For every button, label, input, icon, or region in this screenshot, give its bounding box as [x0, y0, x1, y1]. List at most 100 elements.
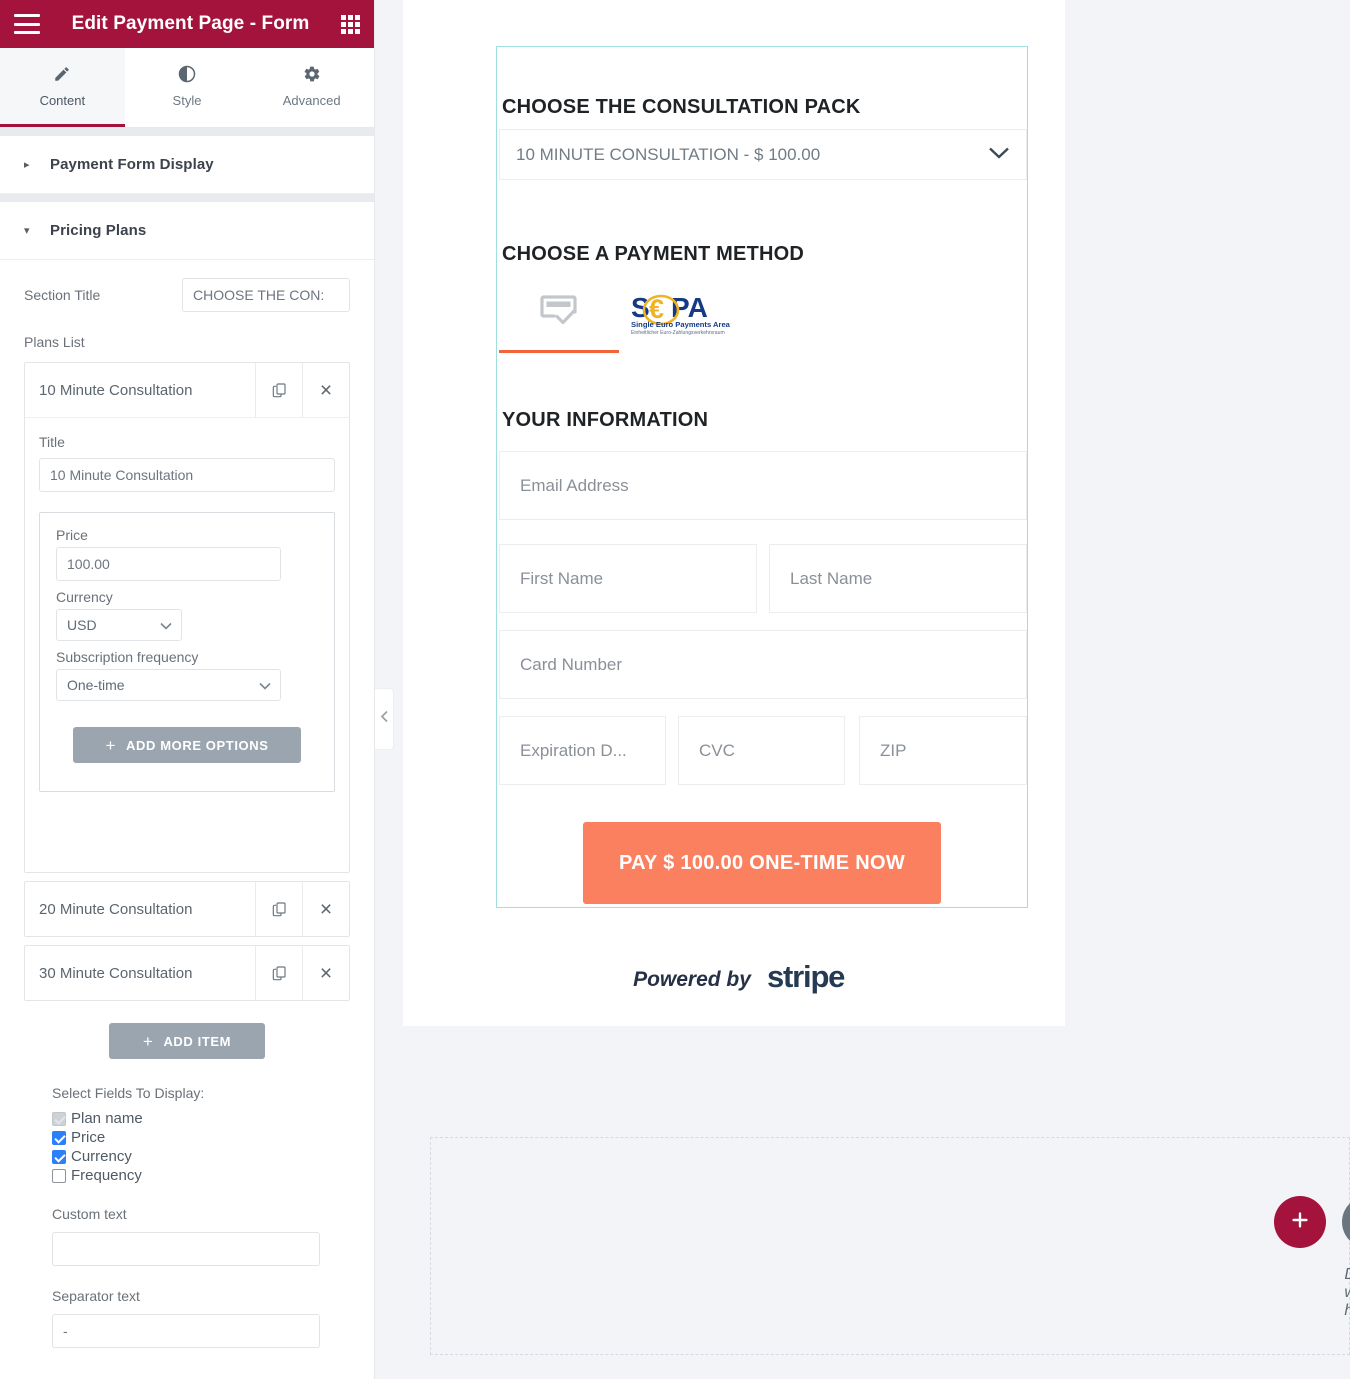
plan-item-1-header[interactable]: 10 Minute Consultation ×	[25, 363, 349, 417]
payment-method-card[interactable]	[499, 275, 619, 353]
svg-text:Einheitlicher Euro-Zahlungsver: Einheitlicher Euro-Zahlungsverkehrsraum	[631, 330, 725, 336]
stripe-logo-icon: stripe	[767, 959, 863, 999]
plan-item-2-title[interactable]: 20 Minute Consultation	[25, 882, 255, 936]
expiration-date-field[interactable]: Expiration D...	[499, 716, 666, 785]
panel-collapse-handle[interactable]	[375, 688, 394, 750]
editor-tabs: Content Style Advanced	[0, 48, 374, 128]
currency-label: Currency	[56, 589, 113, 605]
section-title-row: Section Title CHOOSE THE CON:	[24, 278, 350, 312]
plan-item-3-title[interactable]: 30 Minute Consultation	[25, 946, 255, 1000]
chevron-down-icon	[259, 677, 271, 693]
plus-icon: +	[142, 1031, 154, 1051]
floating-action-buttons: S	[1273, 1196, 1350, 1248]
currency-select-value: USD	[67, 617, 97, 633]
checkbox-icon[interactable]	[52, 1111, 66, 1126]
tab-advanced-label: Advanced	[282, 93, 341, 108]
remove-icon[interactable]: ×	[302, 363, 349, 417]
add-more-options-label: ADD MORE OPTIONS	[126, 737, 269, 753]
payment-method-heading: CHOOSE A PAYMENT METHOD	[502, 243, 805, 265]
add-item-button[interactable]: + ADD ITEM	[109, 1023, 265, 1059]
page-sheet: CHOOSE THE CONSULTATION PACK 10 MINUTE C…	[403, 0, 1065, 1026]
select-fields-label: Select Fields To Display:	[52, 1085, 205, 1101]
consultation-pack-value: 10 MINUTE CONSULTATION - $ 100.00	[516, 144, 821, 164]
pack-heading: CHOOSE THE CONSULTATION PACK	[502, 96, 861, 118]
tab-style[interactable]: Style	[125, 48, 250, 127]
chevron-down-icon: ▾	[24, 225, 30, 237]
section-payment-form-display[interactable]: ▸ Payment Form Display	[0, 136, 374, 194]
add-more-options-row: + ADD MORE OPTIONS	[56, 727, 318, 763]
cvc-field[interactable]: CVC	[678, 716, 845, 785]
last-name-field[interactable]: Last Name	[769, 544, 1027, 613]
plan-item-2: 20 Minute Consultation ×	[24, 881, 350, 937]
plan-item-1-title[interactable]: 10 Minute Consultation	[25, 363, 255, 417]
plan-item-2-header[interactable]: 20 Minute Consultation ×	[25, 882, 349, 936]
section-title-input[interactable]: CHOOSE THE CON:	[182, 278, 350, 312]
remove-icon[interactable]: ×	[302, 946, 349, 1000]
plus-icon	[1289, 1209, 1311, 1236]
app-root: Edit Payment Page - Form Content Style A…	[0, 0, 1350, 1379]
field-label-frequency: Frequency	[71, 1167, 142, 1184]
tab-style-label: Style	[172, 93, 202, 108]
section-title-label: Section Title	[24, 287, 101, 303]
tab-advanced[interactable]: Advanced	[249, 48, 374, 127]
remove-icon[interactable]: ×	[302, 882, 349, 936]
card-number-field[interactable]: Card Number	[499, 630, 1027, 699]
plan-item-3-header[interactable]: 30 Minute Consultation ×	[25, 946, 349, 1000]
checkbox-icon[interactable]	[52, 1130, 66, 1145]
price-input[interactable]: 100.00	[56, 547, 281, 581]
checkbox-icon[interactable]	[52, 1168, 66, 1183]
contrast-icon	[177, 64, 197, 84]
section-pricing-plans[interactable]: ▾ Pricing Plans	[0, 202, 374, 260]
section-payment-form-display-label: Payment Form Display	[50, 156, 214, 173]
frequency-label: Subscription frequency	[56, 649, 199, 665]
duplicate-icon[interactable]	[255, 363, 302, 417]
currency-select[interactable]: USD	[56, 609, 182, 641]
add-widget-button[interactable]	[1273, 1196, 1326, 1248]
plan-options-box: Price 100.00 Currency USD Subscription f…	[39, 512, 335, 792]
plan-title-label: Title	[39, 434, 65, 450]
tab-content[interactable]: Content	[0, 48, 125, 127]
plan-item-1: 10 Minute Consultation × Title 10 Minute…	[24, 362, 350, 873]
field-checkbox-frequency[interactable]: Frequency	[52, 1167, 350, 1184]
tab-content-label: Content	[39, 93, 86, 108]
consultation-pack-select[interactable]: 10 MINUTE CONSULTATION - $ 100.00	[499, 129, 1027, 180]
payment-method-sepa[interactable]: S € PA Single Euro Payments Area Einheit…	[619, 275, 739, 353]
first-name-field[interactable]: First Name	[499, 544, 757, 613]
add-item-row: + ADD ITEM	[24, 1023, 350, 1059]
editor-canvas: CHOOSE THE CONSULTATION PACK 10 MINUTE C…	[375, 0, 1350, 1379]
add-more-options-button[interactable]: + ADD MORE OPTIONS	[73, 727, 301, 763]
checkbox-icon[interactable]	[52, 1149, 66, 1164]
your-information-heading: YOUR INFORMATION	[502, 409, 709, 431]
field-checkbox-price[interactable]: Price	[52, 1129, 350, 1146]
chevron-right-icon: ▸	[24, 159, 30, 171]
plans-list-label: Plans List	[24, 334, 85, 350]
stripe-payment-form-widget[interactable]: CHOOSE THE CONSULTATION PACK 10 MINUTE C…	[496, 46, 1028, 908]
field-checkbox-currency[interactable]: Currency	[52, 1148, 350, 1165]
field-checkbox-plan-name[interactable]: Plan name	[52, 1110, 350, 1127]
drag-widget-here-label: Drag widget here	[1344, 1266, 1350, 1320]
field-label-currency: Currency	[71, 1148, 132, 1165]
frequency-select-value: One-time	[67, 677, 125, 693]
duplicate-icon[interactable]	[255, 946, 302, 1000]
select-fields-list: Plan name Price Currency Frequency	[24, 1110, 350, 1184]
editor-sidebar: Edit Payment Page - Form Content Style A…	[0, 0, 375, 1379]
pay-button[interactable]: PAY $ 100.00 ONE-TIME NOW	[583, 822, 941, 904]
price-label: Price	[56, 527, 88, 543]
duplicate-icon[interactable]	[255, 882, 302, 936]
svg-text:Single Euro Payments Area: Single Euro Payments Area	[631, 320, 731, 329]
grid-apps-icon[interactable]	[341, 14, 360, 34]
email-field[interactable]: Email Address	[499, 451, 1027, 520]
panel-divider	[0, 128, 374, 136]
panel-divider-2	[0, 194, 374, 202]
powered-by-label: Powered by	[633, 967, 751, 991]
template-library-button[interactable]	[1341, 1196, 1350, 1248]
zip-field[interactable]: ZIP	[859, 716, 1027, 785]
section-pricing-plans-label: Pricing Plans	[50, 222, 147, 239]
field-label-price: Price	[71, 1129, 106, 1146]
hamburger-icon[interactable]	[14, 14, 40, 34]
plus-icon: +	[105, 735, 117, 755]
gear-icon	[302, 64, 322, 84]
plan-title-input[interactable]: 10 Minute Consultation	[39, 458, 335, 492]
payment-method-tabs: S € PA Single Euro Payments Area Einheit…	[499, 275, 739, 353]
frequency-select[interactable]: One-time	[56, 669, 281, 701]
